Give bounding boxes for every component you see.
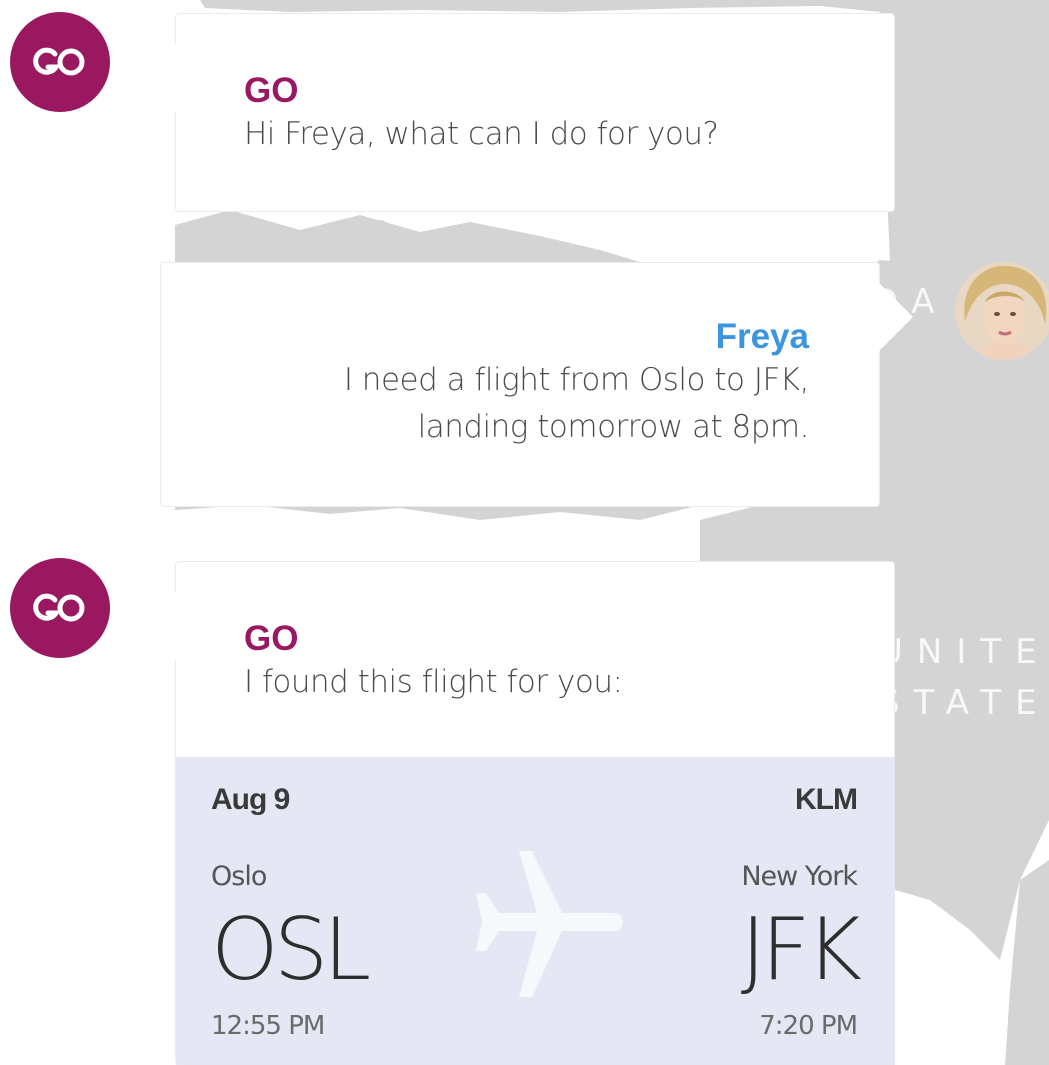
go-avatar[interactable] (10, 558, 110, 658)
destination-city: New York (741, 861, 858, 892)
departure-time: 12:55 PM (211, 1011, 325, 1041)
origin-code: OSL (211, 900, 371, 1000)
map-label-united: UNITED (878, 632, 1049, 672)
message-text-line-2: landing tomorrow at 8pm. (417, 409, 810, 445)
go-avatar[interactable] (10, 12, 110, 112)
origin-city: Oslo (211, 861, 267, 892)
arrival-time: 7:20 PM (759, 1011, 858, 1041)
airplane-icon (476, 851, 623, 997)
message-text: I found this flight for you: (244, 664, 623, 700)
user-avatar[interactable] (955, 262, 1049, 360)
user-photo (955, 262, 1049, 360)
message-bubble-user: Freya I need a flight from Oslo to JFK, … (160, 262, 913, 507)
message-text: Hi Freya, what can I do for you? (244, 116, 719, 152)
message-bubble-go: GO Hi Freya, what can I do for you? (142, 13, 895, 212)
message-bubble-go-flight: GO I found this flight for you: Aug 9 KL… (142, 561, 895, 1065)
map-island (198, 236, 218, 256)
sender-name: GO (244, 619, 299, 658)
map-island (372, 220, 388, 236)
sender-name: GO (244, 71, 299, 110)
sender-name: Freya (715, 317, 809, 356)
flight-card[interactable]: Aug 9 KLM Oslo New York OSL JFK 12:55 PM… (176, 757, 895, 1065)
flight-date: Aug 9 (211, 783, 290, 816)
go-logo-icon (33, 47, 85, 76)
go-logo-icon (33, 593, 85, 622)
flight-airline: KLM (795, 783, 858, 816)
map-label-states: STATES (878, 683, 1049, 723)
message-text-line-1: I need a flight from Oslo to JFK, (343, 362, 810, 398)
destination-code: JFK (740, 900, 862, 1000)
